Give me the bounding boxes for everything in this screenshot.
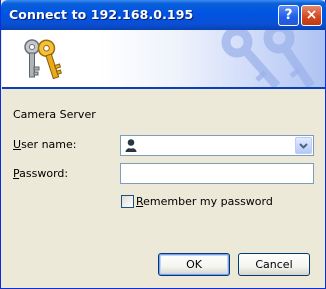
dialog-banner — [2, 30, 325, 87]
login-dialog: Connect to 192.168.0.195 ? × Camera Serv… — [0, 0, 326, 289]
title-bar[interactable]: Connect to 192.168.0.195 ? × — [1, 0, 326, 30]
keys-watermark-icon — [221, 30, 315, 87]
close-button[interactable]: × — [301, 5, 322, 26]
dialog-body: Camera Server User name: Password: Remem… — [2, 89, 325, 288]
keys-icon — [24, 39, 62, 80]
chevron-down-icon — [299, 143, 308, 149]
password-field[interactable] — [120, 163, 314, 184]
realm-text: Camera Server — [13, 108, 96, 121]
remember-password-label[interactable]: Remember my password — [136, 195, 273, 208]
ok-button[interactable]: OK — [158, 253, 230, 276]
cancel-button[interactable]: Cancel — [238, 253, 310, 276]
help-button[interactable]: ? — [278, 5, 299, 26]
remember-password-checkbox[interactable] — [121, 195, 134, 208]
window-title: Connect to 192.168.0.195 — [9, 7, 194, 22]
username-combobox[interactable] — [120, 135, 314, 156]
user-icon — [125, 139, 137, 152]
username-dropdown-button[interactable] — [295, 137, 312, 154]
password-label: Password: — [13, 167, 69, 180]
username-label: User name: — [13, 138, 77, 151]
